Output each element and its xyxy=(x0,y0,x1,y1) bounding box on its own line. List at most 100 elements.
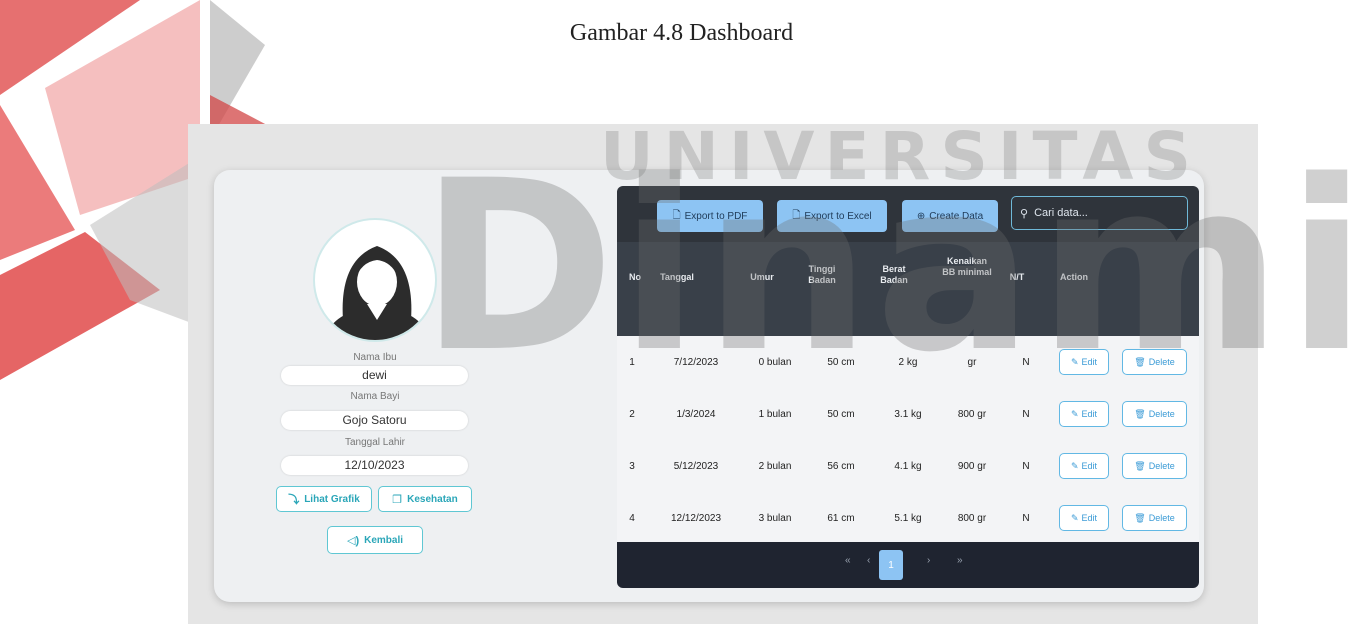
cell-tinggi: 50 cm xyxy=(827,408,855,420)
cell-tanggal: 7/12/2023 xyxy=(673,356,719,368)
delete-button[interactable]: 🗑 Delete xyxy=(1122,505,1187,531)
cell-tanggal: 5/12/2023 xyxy=(673,460,719,472)
cell-umur: 2 bulan xyxy=(758,460,792,472)
data-table-panel: 🗋 Export to PDF 🗋 Export to Excel ⊕ Crea… xyxy=(617,186,1199,588)
cell-berat: 4.1 kg xyxy=(894,460,922,472)
delete-button[interactable]: 🗑 Delete xyxy=(1122,349,1187,375)
edit-label: Edit xyxy=(1081,461,1098,471)
create-data-button[interactable]: ⊕ Create Data xyxy=(902,200,998,232)
cell-kenaikan: 900 gr xyxy=(957,460,987,472)
table-header: No Tanggal Umur Tinggi Badan Berat Badan… xyxy=(617,242,1199,336)
page-last-button[interactable]: » xyxy=(957,555,963,566)
cell-nt: N xyxy=(1022,356,1030,368)
cell-berat: 3.1 kg xyxy=(894,408,922,420)
search-input[interactable]: ⚲ Cari data... xyxy=(1011,196,1188,230)
page-first-button[interactable]: « xyxy=(845,555,851,566)
table-toolbar: 🗋 Export to PDF 🗋 Export to Excel ⊕ Crea… xyxy=(617,186,1199,242)
lihat-grafik-button[interactable]: ⤵ Lihat Grafik xyxy=(276,486,372,512)
table-row: 3 5/12/2023 2 bulan 56 cm 4.1 kg 900 gr … xyxy=(617,440,1199,492)
cell-kenaikan: 800 gr xyxy=(957,408,987,420)
cell-nt: N xyxy=(1022,408,1030,420)
cell-tinggi: 61 cm xyxy=(827,512,855,524)
cell-nt: N xyxy=(1022,512,1030,524)
edit-icon: ✎ xyxy=(1070,460,1079,471)
edit-button[interactable]: ✎ Edit xyxy=(1059,349,1109,375)
table-row: 2 1/3/2024 1 bulan 50 cm 3.1 kg 800 gr N… xyxy=(617,388,1199,440)
tanggal-lahir-label: Tanggal Lahir xyxy=(344,437,406,448)
kesehatan-label: Kesehatan xyxy=(407,493,458,505)
nama-bayi-label: Nama Bayi xyxy=(350,391,400,402)
export-excel-button[interactable]: 🗋 Export to Excel xyxy=(777,200,887,232)
col-tinggi: Tinggi Badan xyxy=(808,264,836,285)
page-next-button[interactable]: › xyxy=(927,555,930,566)
trash-icon: 🗑 xyxy=(1134,460,1146,471)
delete-label: Delete xyxy=(1148,513,1175,523)
search-placeholder: Cari data... xyxy=(1034,207,1088,219)
chart-line-icon: ⤵ xyxy=(288,494,300,506)
trash-icon: 🗑 xyxy=(1134,408,1146,419)
delete-label: Delete xyxy=(1148,409,1175,419)
cell-berat: 5.1 kg xyxy=(894,512,922,524)
delete-label: Delete xyxy=(1148,461,1175,471)
nama-ibu-label: Nama Ibu xyxy=(353,352,397,363)
cell-berat: 2 kg xyxy=(898,356,918,368)
cell-umur: 1 bulan xyxy=(758,408,792,420)
cell-umur: 0 bulan xyxy=(758,356,792,368)
col-umur: Umur xyxy=(750,272,774,282)
edit-button[interactable]: ✎ Edit xyxy=(1059,453,1109,479)
speaker-icon: ◁) xyxy=(346,534,360,547)
figure-caption: Gambar 4.8 Dashboard xyxy=(569,20,794,46)
cell-no: 3 xyxy=(629,460,635,472)
plus-circle-icon: ⊕ xyxy=(916,210,926,222)
export-pdf-label: Export to PDF xyxy=(684,210,748,222)
edit-label: Edit xyxy=(1081,357,1098,367)
col-nt: N/T xyxy=(1009,272,1025,282)
cell-kenaikan: 800 gr xyxy=(957,512,987,524)
nama-ibu-value: dewi xyxy=(281,366,468,385)
kembali-button[interactable]: ◁) Kembali xyxy=(327,526,423,554)
cell-no: 2 xyxy=(629,408,635,420)
export-pdf-button[interactable]: 🗋 Export to PDF xyxy=(657,200,763,232)
edit-icon: ✎ xyxy=(1070,512,1079,523)
table-row: 4 12/12/2023 3 bulan 61 cm 5.1 kg 800 gr… xyxy=(617,492,1199,544)
cell-no: 4 xyxy=(629,512,635,524)
copy-icon: ❐ xyxy=(392,493,403,506)
edit-icon: ✎ xyxy=(1070,356,1079,367)
edit-button[interactable]: ✎ Edit xyxy=(1059,401,1109,427)
cell-tanggal: 12/12/2023 xyxy=(670,512,722,524)
page-prev-button[interactable]: ‹ xyxy=(867,555,870,566)
avatar xyxy=(313,218,437,342)
trash-icon: 🗑 xyxy=(1134,356,1146,367)
search-icon: ⚲ xyxy=(1020,207,1029,220)
cell-nt: N xyxy=(1022,460,1030,472)
cell-kenaikan: gr xyxy=(967,356,977,368)
edit-icon: ✎ xyxy=(1070,408,1079,419)
table-row: 1 7/12/2023 0 bulan 50 cm 2 kg gr N ✎ Edi… xyxy=(617,336,1199,388)
file-icon: 🗋 xyxy=(792,209,801,221)
page-current-button[interactable]: 1 xyxy=(879,550,903,580)
delete-button[interactable]: 🗑 Delete xyxy=(1122,401,1187,427)
col-no: No xyxy=(629,272,641,282)
user-avatar-icon xyxy=(324,246,430,340)
kembali-label: Kembali xyxy=(364,534,404,546)
export-excel-label: Export to Excel xyxy=(804,210,872,222)
edit-label: Edit xyxy=(1081,409,1098,419)
cell-umur: 3 bulan xyxy=(758,512,792,524)
cell-tanggal: 1/3/2024 xyxy=(676,408,716,420)
col-tanggal: Tanggal xyxy=(660,272,694,282)
pagination-bar: « ‹ 1 › » xyxy=(617,542,1199,588)
nama-bayi-value: Gojo Satoru xyxy=(281,411,468,430)
tanggal-lahir-value: 12/10/2023 xyxy=(281,456,468,475)
kesehatan-button[interactable]: ❐ Kesehatan xyxy=(378,486,472,512)
col-berat: Berat Badan xyxy=(880,264,908,285)
lihat-grafik-label: Lihat Grafik xyxy=(304,493,360,505)
edit-button[interactable]: ✎ Edit xyxy=(1059,505,1109,531)
col-kenaikan: Kenaikan BB minimal xyxy=(942,256,992,277)
delete-label: Delete xyxy=(1148,357,1175,367)
cell-tinggi: 56 cm xyxy=(827,460,855,472)
cell-tinggi: 50 cm xyxy=(827,356,855,368)
cell-no: 1 xyxy=(629,356,635,368)
file-icon: 🗋 xyxy=(672,209,681,221)
delete-button[interactable]: 🗑 Delete xyxy=(1122,453,1187,479)
col-action: Action xyxy=(1060,272,1088,282)
